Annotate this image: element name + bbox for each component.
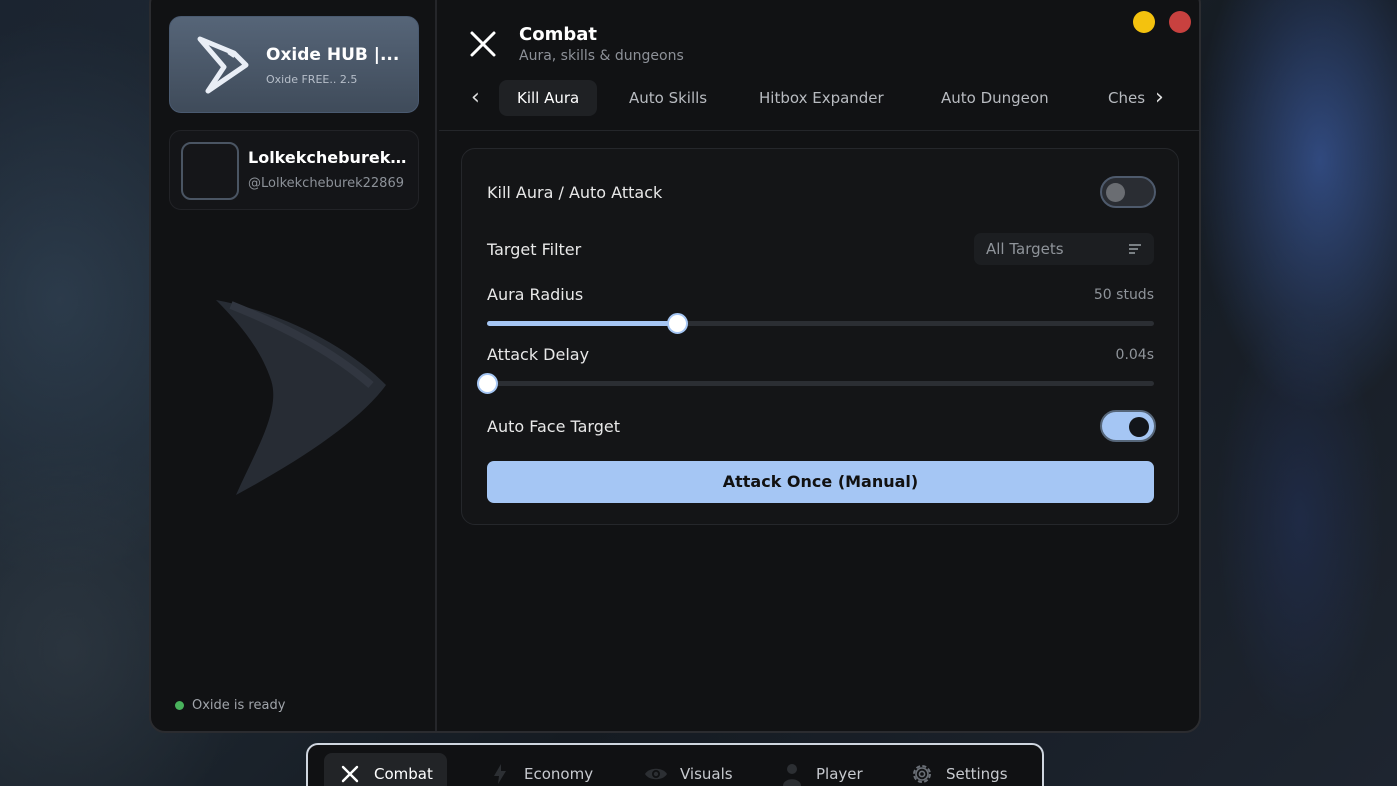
- kill-aura-label: Kill Aura / Auto Attack: [487, 183, 663, 202]
- target-filter-dropdown[interactable]: All Targets: [974, 233, 1154, 265]
- target-filter-value: All Targets: [986, 240, 1064, 258]
- hub-subtitle: Oxide FREE.. 2.5: [266, 73, 358, 86]
- toggle-knob: [1129, 417, 1149, 437]
- attack-delay-value: 0.04s: [1115, 347, 1154, 363]
- lightning-icon: [494, 764, 506, 784]
- dock-label: Visuals: [680, 765, 733, 783]
- dock-visuals[interactable]: Visuals: [630, 753, 747, 786]
- hub-title: Oxide HUB |...: [266, 45, 400, 65]
- slider-thumb[interactable]: [477, 373, 498, 394]
- tab-chest[interactable]: Ches: [1108, 80, 1145, 116]
- oxide-watermark-icon: [216, 300, 386, 495]
- target-filter-label: Target Filter: [487, 240, 582, 259]
- filter-lines-icon: [1129, 244, 1141, 254]
- toggle-knob: [1106, 183, 1125, 202]
- dock-combat[interactable]: Combat: [324, 753, 447, 786]
- user-name: Lolkekcheburek2...: [248, 148, 413, 167]
- dock-player[interactable]: Player: [766, 753, 877, 786]
- close-icon[interactable]: [469, 30, 497, 58]
- header-divider: [439, 130, 1199, 131]
- aura-radius-value: 50 studs: [1093, 287, 1154, 303]
- tabs-scroll-right-icon[interactable]: ›: [1155, 80, 1164, 116]
- dock-economy[interactable]: Economy: [474, 753, 607, 786]
- kill-aura-panel: Kill Aura / Auto Attack Target Filter Al…: [461, 148, 1179, 525]
- dock-label: Combat: [374, 765, 433, 783]
- slider-thumb[interactable]: [667, 313, 689, 334]
- user-handle: @Lolkekcheburek22869: [248, 176, 404, 191]
- slider-fill: [487, 321, 678, 326]
- tab-auto-skills[interactable]: Auto Skills: [629, 80, 707, 116]
- close-window-button[interactable]: [1169, 11, 1191, 33]
- avatar: [181, 142, 239, 200]
- bottom-dock: Combat Economy Visuals Player Settings: [306, 743, 1044, 786]
- face-target-toggle[interactable]: [1100, 410, 1156, 442]
- eye-icon: [645, 768, 667, 780]
- tab-auto-dungeon[interactable]: Auto Dungeon: [941, 80, 1049, 116]
- kill-aura-toggle[interactable]: [1100, 176, 1156, 208]
- person-icon: [783, 764, 801, 786]
- dock-label: Player: [816, 765, 863, 783]
- tab-kill-aura[interactable]: Kill Aura: [499, 80, 598, 116]
- tab-hitbox-expander[interactable]: Hitbox Expander: [759, 80, 884, 116]
- dock-settings[interactable]: Settings: [896, 753, 1022, 786]
- hub-window: Oxide HUB |... Oxide FREE.. 2.5 Lolkekch…: [149, 0, 1201, 733]
- aura-radius-label: Aura Radius: [487, 285, 584, 304]
- dock-label: Settings: [946, 765, 1008, 783]
- oxide-logo-icon: [197, 36, 249, 94]
- main-content: Combat Aura, skills & dungeons ‹ Kill Au…: [439, 0, 1199, 731]
- attack-delay-label: Attack Delay: [487, 345, 590, 364]
- close-x-icon: [341, 765, 359, 783]
- user-card[interactable]: Lolkekcheburek2... @Lolkekcheburek22869: [169, 130, 419, 210]
- page-subtitle: Aura, skills & dungeons: [519, 48, 684, 64]
- minimize-button[interactable]: [1133, 11, 1155, 33]
- sidebar: Oxide HUB |... Oxide FREE.. 2.5 Lolkekch…: [151, 0, 437, 731]
- dock-label: Economy: [524, 765, 594, 783]
- attack-once-button[interactable]: Attack Once (Manual): [487, 461, 1154, 503]
- tab-bar: Kill Aura Auto Skills Hitbox Expander Au…: [499, 80, 1147, 116]
- face-target-label: Auto Face Target: [487, 417, 620, 436]
- status-text: Oxide is ready: [192, 698, 286, 713]
- page-title: Combat: [519, 24, 597, 45]
- gear-icon: [913, 765, 931, 783]
- tabs-scroll-left-icon[interactable]: ‹: [471, 80, 480, 116]
- aura-radius-slider[interactable]: [487, 313, 1154, 334]
- status-dot: [175, 701, 184, 710]
- attack-delay-slider[interactable]: [477, 373, 1154, 394]
- hub-card[interactable]: Oxide HUB |... Oxide FREE.. 2.5: [169, 16, 419, 113]
- status-indicator: Oxide is ready: [175, 698, 285, 713]
